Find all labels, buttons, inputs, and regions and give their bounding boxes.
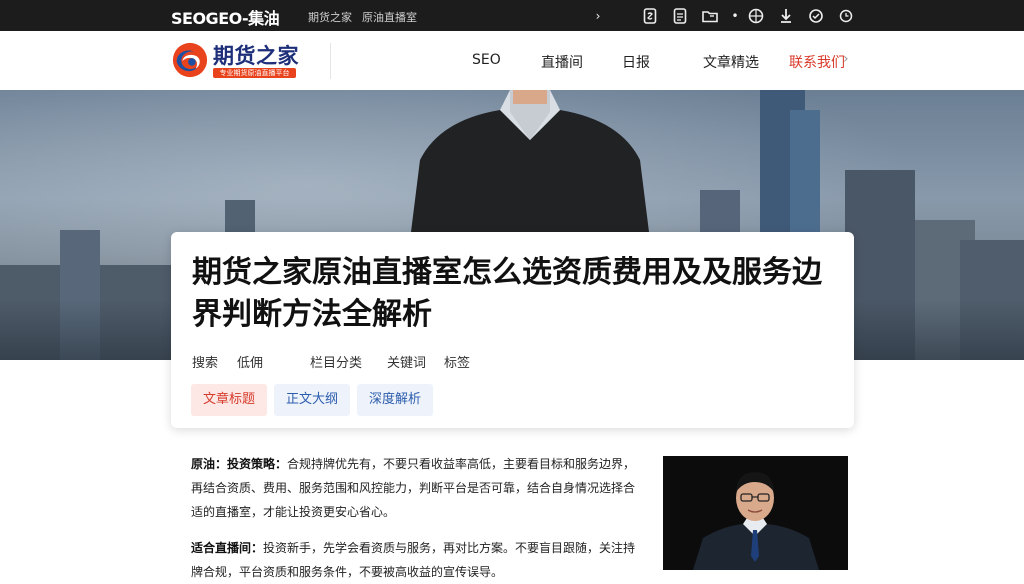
- file-icon[interactable]: [672, 8, 688, 24]
- nav-item-articles[interactable]: 文章精选: [703, 52, 759, 72]
- logo-name[interactable]: 期货之家: [213, 40, 299, 70]
- logo-icon[interactable]: [171, 41, 209, 79]
- meta-item[interactable]: 栏目分类: [310, 352, 362, 371]
- nav-item-seo[interactable]: SEO: [472, 52, 501, 68]
- chevron-right-icon[interactable]: ›: [590, 8, 606, 24]
- tag-chip[interactable]: 文章标题: [191, 384, 268, 416]
- nav-item-live-room[interactable]: 直播间: [541, 52, 583, 72]
- nav-item-daily[interactable]: 日报: [622, 52, 650, 72]
- toolbar-icons: › •: [590, 6, 868, 26]
- presenter-photo[interactable]: [663, 456, 848, 570]
- clock-icon[interactable]: [838, 8, 854, 24]
- meta-item[interactable]: 搜索: [192, 352, 218, 371]
- site-header: 期货之家 专业期货原油直播平台 SEO 直播间 日报 文章精选 联系我们 ›: [0, 31, 1024, 91]
- nav-item-contact[interactable]: 联系我们: [789, 52, 845, 72]
- topbar-link-2[interactable]: 原油直播室: [362, 9, 417, 25]
- settings-icon[interactable]: [808, 8, 824, 24]
- globe-icon[interactable]: [748, 8, 764, 24]
- tag-chip[interactable]: 深度解析: [357, 384, 434, 416]
- presenter-figure: [410, 90, 650, 240]
- top-bar: SEOGEO-集油 期货之家 原油直播室 › •: [0, 0, 1024, 31]
- meta-item[interactable]: 低佣: [237, 352, 263, 371]
- body-paragraph-2: 适合直播间：投资新手，先学会看资质与服务，再对比方案。不要盲目跟随，关注持牌合规…: [191, 536, 643, 584]
- logo-tagline: 专业期货原油直播平台: [213, 68, 296, 78]
- download-icon[interactable]: [778, 8, 794, 24]
- site-title[interactable]: SEOGEO-集油: [171, 5, 280, 29]
- tag-chip[interactable]: 正文大纲: [274, 384, 351, 416]
- header-divider: [330, 43, 331, 79]
- article-card: 期货之家原油直播室怎么选资质费用及及服务边界判断方法全解析 搜索 低佣 栏目分类…: [171, 232, 854, 428]
- dot-icon: •: [731, 9, 739, 23]
- meta-item[interactable]: 关键词: [387, 352, 426, 371]
- paragraph-lead: 原油：投资策略：: [191, 457, 288, 471]
- document-icon[interactable]: [642, 8, 658, 24]
- folder-icon[interactable]: [702, 8, 718, 24]
- topbar-link-1[interactable]: 期货之家: [308, 9, 352, 25]
- paragraph-lead: 适合直播间：: [191, 541, 264, 555]
- meta-item[interactable]: 标签: [444, 352, 470, 371]
- chevron-right-icon[interactable]: ›: [843, 51, 849, 67]
- article-title: 期货之家原油直播室怎么选资质费用及及服务边界判断方法全解析: [192, 255, 822, 332]
- body-paragraph-1: 原油：投资策略：合规持牌优先有，不要只看收益率高低，主要看目标和服务边界，再结合…: [191, 452, 643, 524]
